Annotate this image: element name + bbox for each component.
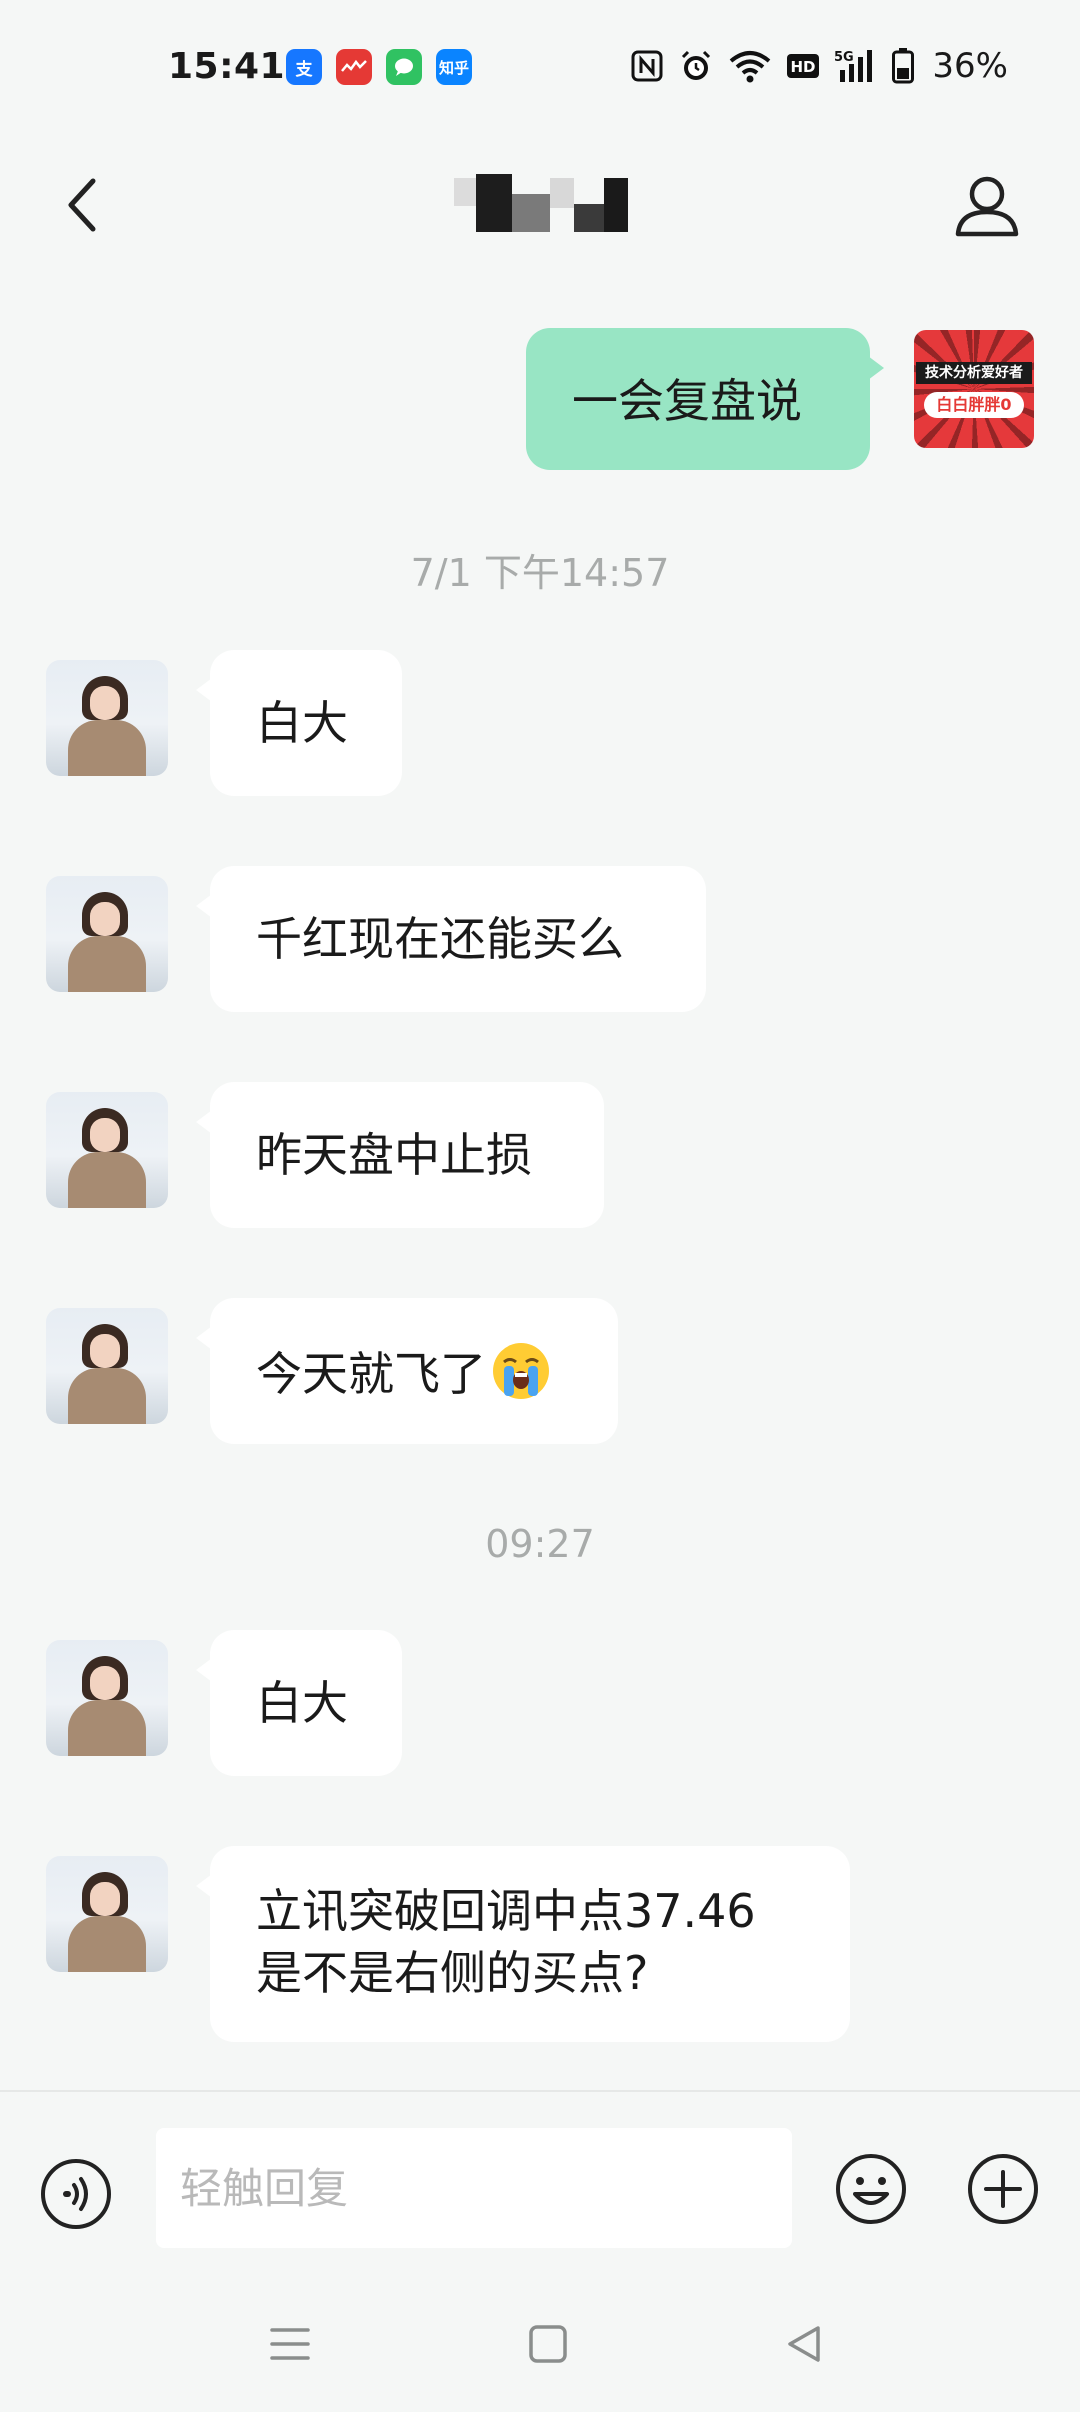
contact-profile-button[interactable] bbox=[950, 168, 1024, 242]
message-text: 白大 bbox=[256, 1676, 348, 1730]
status-time: 15:41 bbox=[168, 46, 286, 87]
message-list[interactable]: 一会复盘说 技术分析爱好者 白白胖胖0 7/1 下午14:57 白大 千红现在还… bbox=[0, 270, 1080, 2090]
reply-bar bbox=[0, 2090, 1080, 2272]
timestamp: 09:27 bbox=[485, 1522, 595, 1566]
back-button[interactable] bbox=[52, 170, 112, 240]
message-app-icon bbox=[386, 49, 422, 85]
more-actions-button[interactable] bbox=[966, 2152, 1040, 2226]
alipay-icon: 支 bbox=[286, 49, 322, 85]
contact-avatar[interactable] bbox=[46, 1308, 168, 1424]
message-text: 昨天盘中止损 bbox=[256, 1128, 532, 1182]
message-text-line-1: 立讯突破回调中点37.46 bbox=[256, 1884, 756, 1938]
chat-header bbox=[0, 140, 1080, 270]
back-triangle-icon bbox=[788, 2326, 820, 2362]
smiley-icon bbox=[836, 2154, 906, 2224]
message-bubble-incoming[interactable]: 千红现在还能买么 bbox=[196, 866, 706, 1012]
red-app-icon bbox=[336, 49, 372, 85]
my-avatar[interactable]: 技术分析爱好者 白白胖胖0 bbox=[914, 330, 1034, 448]
system-nav-bar bbox=[0, 2270, 1080, 2412]
contact-avatar[interactable] bbox=[46, 660, 168, 776]
chat-screen: 15:41 支 知乎 HD 5G 36% 一会复盘说 技术分析爱好者 白白胖胖0… bbox=[0, 0, 1080, 2412]
contact-avatar[interactable] bbox=[46, 1092, 168, 1208]
nfc-icon bbox=[630, 49, 664, 83]
chevron-left-icon bbox=[68, 178, 96, 232]
zhihu-icon: 知乎 bbox=[436, 49, 472, 85]
message-bubble-incoming[interactable]: 白大 bbox=[196, 650, 402, 796]
wifi-icon bbox=[728, 49, 772, 83]
message-bubble-incoming[interactable]: 立讯突破回调中点37.46 是不是右侧的买点? bbox=[196, 1846, 850, 2042]
battery-percent: 36% bbox=[932, 46, 1008, 86]
cellular-5g-icon: 5G bbox=[834, 48, 878, 84]
home-square-icon bbox=[529, 2325, 567, 2363]
message-text: 一会复盘说 bbox=[572, 374, 802, 428]
network-label: 5G bbox=[834, 50, 854, 65]
avatar-text-bottom: 白白胖胖0 bbox=[924, 392, 1024, 418]
contact-name-blurred bbox=[454, 174, 628, 234]
hd-label: HD bbox=[791, 58, 816, 76]
avatar-text-top: 技术分析爱好者 bbox=[916, 362, 1032, 384]
message-bubble-incoming[interactable]: 白大 bbox=[196, 1630, 402, 1776]
notification-icons: 支 知乎 bbox=[286, 49, 472, 85]
voice-input-button[interactable] bbox=[40, 2158, 112, 2230]
message-text-line-2: 是不是右侧的买点? bbox=[256, 1946, 649, 2000]
message-bubble-incoming[interactable]: 今天就飞了 bbox=[196, 1298, 618, 1444]
loudly-crying-face-icon bbox=[493, 1343, 549, 1399]
voice-icon bbox=[41, 2159, 111, 2229]
alarm-icon bbox=[678, 48, 714, 84]
contact-avatar[interactable] bbox=[46, 1856, 168, 1972]
message-text: 千红现在还能买么 bbox=[256, 912, 624, 966]
battery-icon bbox=[892, 48, 915, 84]
menu-nav-button[interactable] bbox=[260, 2314, 320, 2374]
plus-circle-icon bbox=[968, 2154, 1038, 2224]
back-nav-button[interactable] bbox=[776, 2314, 836, 2374]
reply-input[interactable] bbox=[156, 2128, 792, 2248]
person-icon bbox=[955, 176, 1019, 237]
message-text: 今天就飞了 bbox=[256, 1347, 486, 1401]
status-indicators: HD 5G 36% bbox=[630, 46, 1008, 86]
message-text: 白大 bbox=[256, 696, 348, 750]
contact-avatar[interactable] bbox=[46, 876, 168, 992]
hd-icon: HD bbox=[786, 51, 820, 81]
emoji-button[interactable] bbox=[834, 2152, 908, 2226]
contact-avatar[interactable] bbox=[46, 1640, 168, 1756]
message-bubble-incoming[interactable]: 昨天盘中止损 bbox=[196, 1082, 604, 1228]
message-bubble-outgoing[interactable]: 一会复盘说 bbox=[526, 328, 884, 470]
status-bar: 15:41 支 知乎 HD 5G 36% bbox=[0, 0, 1080, 140]
timestamp: 7/1 下午14:57 bbox=[410, 551, 670, 595]
menu-icon bbox=[270, 2328, 310, 2360]
home-nav-button[interactable] bbox=[518, 2314, 578, 2374]
